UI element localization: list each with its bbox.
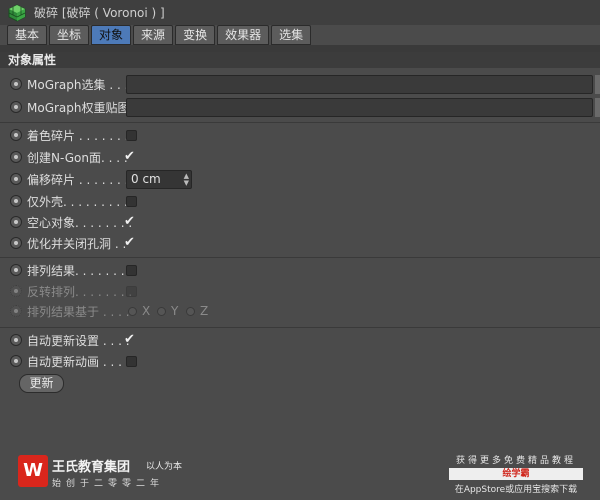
row-invert-sort: 反转排列. . . . . . . .: [0, 280, 600, 302]
invert-sort-label: 反转排列. . . . . . . .: [27, 284, 133, 299]
tab-sources[interactable]: 来源: [133, 25, 174, 45]
axis-x-radio: [128, 306, 137, 316]
tab-basic[interactable]: 基本: [7, 25, 48, 45]
mograph-weightmap-field[interactable]: [126, 97, 593, 117]
section-title: 对象属性: [0, 52, 600, 68]
row-sort-based-on: 排列结果基于 . . . . X Y Z: [0, 300, 600, 322]
spin-arrows-icon[interactable]: ▲ ▼: [184, 172, 189, 187]
animate-radio[interactable]: [10, 216, 22, 228]
animate-radio[interactable]: [10, 151, 22, 163]
divider: [0, 122, 600, 123]
animate-radio[interactable]: [10, 237, 22, 249]
promo-line-3: 在AppStore或应用宝搜索下载: [454, 485, 578, 495]
mograph-weightmap-link-button[interactable]: [595, 97, 600, 117]
auto-update-settings-label: 自动更新设置 . . . .: [27, 333, 130, 348]
axis-z-radio: [186, 306, 195, 316]
animate-radio[interactable]: [10, 101, 22, 113]
window-title: 破碎 [破碎 ( Voronoi ) ]: [34, 6, 165, 20]
row-sort-results: 排列结果. . . . . . . .: [0, 259, 600, 281]
animate-radio[interactable]: [10, 78, 22, 90]
row-hollow-object: 空心对象. . . . . . . . ✔: [0, 211, 600, 233]
axis-x-label: X: [142, 304, 151, 318]
divider: [0, 257, 600, 258]
optimize-close-holes-label: 优化并关闭孔洞 . .: [27, 236, 127, 251]
create-ngon-label: 创建N-Gon面. . . .: [27, 150, 128, 165]
axis-y-radio: [157, 306, 166, 316]
tab-object[interactable]: 对象: [91, 25, 132, 45]
color-fragments-checkbox[interactable]: [126, 129, 137, 141]
mograph-selection-label: MoGraph选集 . . .: [27, 77, 129, 92]
animate-radio[interactable]: [10, 264, 22, 276]
axis-z-label: Z: [200, 304, 209, 318]
animate-radio[interactable]: [10, 195, 22, 207]
tab-selection[interactable]: 选集: [271, 25, 312, 45]
create-ngon-checkbox[interactable]: ✔: [124, 150, 135, 164]
tab-divider: [0, 45, 600, 52]
update-button[interactable]: 更新: [19, 374, 64, 393]
voronoi-fracture-cube-icon: [8, 3, 26, 22]
promo-line-2: 绘学霸: [449, 468, 583, 480]
outer-shell-checkbox[interactable]: [126, 195, 137, 207]
sort-results-checkbox[interactable]: [126, 264, 137, 276]
brand-name: 王氏教育集团: [52, 460, 131, 475]
brand-logo: W: [18, 455, 48, 487]
sort-results-label: 排列结果. . . . . . . .: [27, 263, 133, 278]
promo-line-1: 获得更多免费精品教程: [455, 456, 576, 466]
animate-radio[interactable]: [10, 334, 22, 346]
row-color-fragments: 着色碎片 . . . . . . . .: [0, 124, 600, 146]
offset-fragments-value: 0 cm: [131, 171, 161, 186]
animate-radio: [10, 285, 22, 297]
tab-bar: 基本 坐标 对象 来源 变换 效果器 选集: [7, 25, 313, 45]
animate-radio: [10, 305, 22, 317]
row-optimize-close-holes: 优化并关闭孔洞 . . ✔: [0, 232, 600, 254]
color-fragments-label: 着色碎片 . . . . . . . .: [27, 128, 137, 143]
row-mograph-weightmap: MoGraph权重贴图: [0, 96, 600, 118]
animate-radio[interactable]: [10, 355, 22, 367]
animate-radio[interactable]: [10, 173, 22, 185]
row-offset-fragments: 偏移碎片 . . . . . . . . . 0 cm ▲ ▼: [0, 168, 600, 190]
auto-update-animation-checkbox[interactable]: [126, 355, 137, 367]
auto-update-animation-label: 自动更新动画 . . . .: [27, 354, 130, 369]
brand-slogan: 以人为本: [146, 462, 183, 472]
animate-radio[interactable]: [10, 129, 22, 141]
hollow-object-checkbox[interactable]: ✔: [124, 215, 135, 229]
row-mograph-selection: MoGraph选集 . . .: [0, 73, 600, 95]
mograph-selection-field[interactable]: [126, 74, 593, 94]
auto-update-settings-checkbox[interactable]: ✔: [124, 333, 135, 347]
row-outer-shell: 仅外壳. . . . . . . . . .: [0, 190, 600, 212]
sort-based-on-label: 排列结果基于 . . . .: [27, 304, 130, 319]
tab-effectors[interactable]: 效果器: [217, 25, 270, 45]
row-auto-update-settings: 自动更新设置 . . . . ✔: [0, 329, 600, 351]
optimize-close-holes-checkbox[interactable]: ✔: [124, 236, 135, 250]
title-bar: 破碎 [破碎 ( Voronoi ) ]: [0, 0, 600, 25]
outer-shell-label: 仅外壳. . . . . . . . . .: [27, 194, 136, 209]
mograph-selection-link-button[interactable]: [595, 74, 600, 94]
row-create-ngon: 创建N-Gon面. . . . ✔: [0, 146, 600, 168]
divider: [0, 327, 600, 328]
offset-fragments-input[interactable]: 0 cm ▲ ▼: [126, 169, 192, 189]
brand-subtitle: 始创于二零零二年: [52, 479, 165, 489]
invert-sort-checkbox: [126, 285, 137, 297]
row-auto-update-animation: 自动更新动画 . . . .: [0, 350, 600, 372]
hollow-object-label: 空心对象. . . . . . . .: [27, 215, 133, 230]
tab-transform[interactable]: 变换: [175, 25, 216, 45]
promo-watermark: 获得更多免费精品教程 绘学霸 在AppStore或应用宝搜索下载: [446, 453, 586, 495]
tab-coordinates[interactable]: 坐标: [49, 25, 90, 45]
mograph-weightmap-label: MoGraph权重贴图: [27, 100, 130, 115]
axis-y-label: Y: [171, 304, 179, 318]
